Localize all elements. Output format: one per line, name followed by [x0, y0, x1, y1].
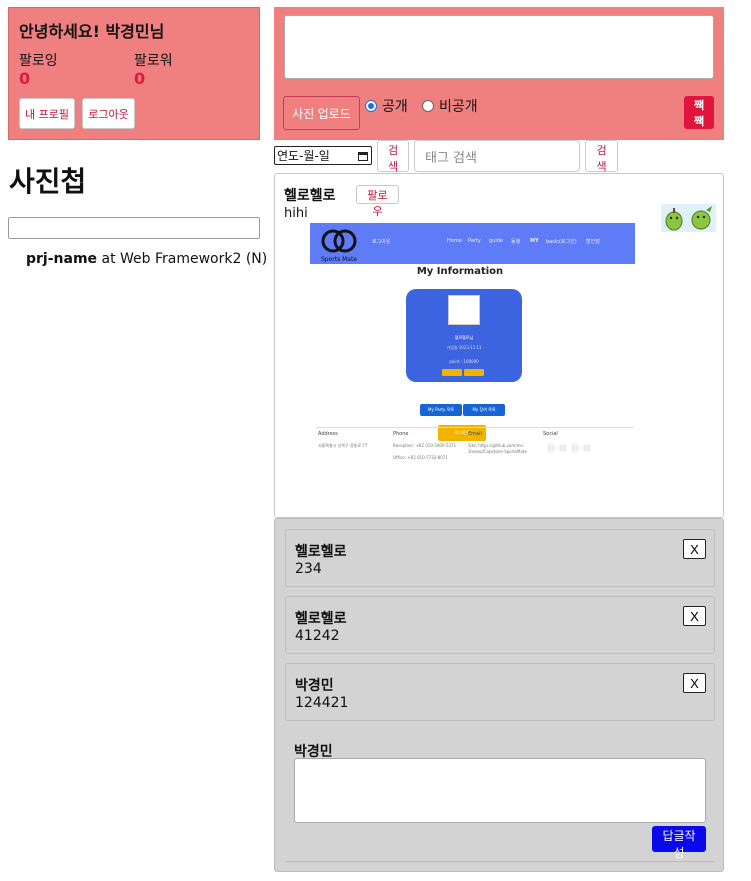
delete-comment-button[interactable]: X [683, 539, 706, 559]
image-footer-address: 서울특별시 성북구 정릉로 77 [318, 443, 368, 448]
image-card-date: 가입일 2023.11.11 [446, 345, 482, 350]
image-card-tag [464, 369, 484, 376]
greeting-text: 안녕하세요! 박경민님 [19, 22, 165, 41]
follower-count: 0 [134, 69, 146, 88]
twitter-icon [559, 444, 567, 452]
date-placeholder: 연도-월-일 [277, 149, 330, 163]
logo-text: Sports Mate [321, 256, 357, 263]
image-social-icons [547, 444, 591, 452]
comments-section: 헬로헬로 234 X 헬로헬로 41242 X 박경민 124421 X 박경민… [274, 518, 724, 872]
image-footer-github: Site: https://github.com/ms-3/seoul/Caps… [468, 443, 527, 454]
image-footer-office: Office: +82 010-7732-8071 [393, 455, 448, 460]
follow-button[interactable]: 팔로우 [356, 185, 399, 218]
facebook-icon [547, 444, 555, 452]
comment-item: 박경민 124421 X [285, 663, 715, 721]
post-card: 헬로헬로 팔로우 hihi Sports Mate 로그아웃 Home Part… [274, 173, 724, 518]
image-nav-link: guide [489, 238, 503, 244]
comment-author: 헬로헬로 [295, 544, 347, 560]
comment-item: 헬로헬로 41242 X [285, 596, 715, 654]
image-photo-placeholder [448, 295, 480, 325]
post-composer: 사진 업로드 공개 비공개 짹짹 [274, 7, 724, 140]
visibility-private-option[interactable]: 비공개 [422, 96, 478, 116]
reply-submit-button[interactable]: 답글작성 [652, 826, 706, 860]
image-footer-header: Email [468, 431, 482, 437]
date-search-button[interactable]: 검색 [377, 140, 409, 173]
image-nav-link: Home [447, 238, 462, 244]
sports-mate-logo: Sports Mate [321, 229, 357, 263]
sidebar-input[interactable] [8, 217, 260, 239]
image-footer-phone: Reception: +82 010-5000-5371 [393, 443, 457, 448]
post-image: Sports Mate 로그아웃 Home Party guide 동행 MY … [310, 223, 635, 483]
follower-label: 팔로워 [134, 53, 173, 69]
following-label: 팔로잉 [19, 53, 58, 69]
following-count: 0 [19, 69, 31, 88]
post-submit-button[interactable]: 짹짹 [684, 96, 714, 129]
logout-button[interactable]: 로그아웃 [82, 98, 135, 129]
date-search-input[interactable]: 연도-월-일 [274, 146, 372, 165]
post-text: hihi [284, 206, 308, 221]
comment-text: 124421 [295, 695, 349, 711]
comment-text: 234 [295, 561, 322, 577]
calendar-icon[interactable] [358, 151, 368, 161]
profile-card: 안녕하세요! 박경민님 팔로잉 0 팔로워 0 내 프로필 로그아웃 [8, 7, 260, 140]
comment-author: 헬로헬로 [295, 611, 347, 627]
credit-text: prj-name at Web Framework2 (N) [26, 251, 267, 267]
image-nav-link: Party [468, 238, 481, 244]
image-card-points: point : 100000 [449, 359, 479, 364]
post-textarea[interactable] [284, 15, 714, 79]
comment-text: 41242 [295, 628, 340, 644]
mail-icon [583, 444, 591, 452]
image-card-tag [442, 369, 462, 376]
post-author: 헬로헬로 [284, 188, 336, 204]
image-nav-bar: Sports Mate 로그아웃 Home Party guide 동행 MY … [310, 223, 635, 264]
reply-divider [285, 861, 715, 862]
delete-comment-button[interactable]: X [683, 673, 706, 693]
public-label: 공개 [382, 99, 408, 115]
image-footer-header: Address [318, 431, 338, 437]
image-info-card: 헬로헬로님 가입일 2023.11.11 point : 100000 [406, 289, 522, 382]
image-nav-link: basic(로그인) [546, 239, 577, 245]
private-radio[interactable] [422, 100, 434, 112]
image-footer-header: Social [543, 431, 558, 437]
image-party-button: My Party 목록 [420, 404, 462, 416]
tag-search-button[interactable]: 검색 [585, 140, 618, 173]
visibility-public-option[interactable]: 공개 [365, 96, 408, 116]
image-nav-link: 로그아웃 [372, 239, 391, 245]
image-footer-divider [316, 427, 634, 428]
google-icon [571, 444, 579, 452]
image-nav-link: 할인점 [586, 239, 600, 245]
comment-item: 헬로헬로 234 X [285, 529, 715, 587]
credit-project: prj-name [26, 251, 98, 267]
image-nav-link: MY [530, 238, 539, 244]
image-join-button: My 참여 목록 [463, 404, 505, 416]
comment-author: 박경민 [295, 678, 334, 694]
photo-upload-button[interactable]: 사진 업로드 [283, 96, 360, 130]
image-heading: My Information [416, 266, 504, 277]
delete-comment-button[interactable]: X [683, 606, 706, 626]
album-title: 사진첩 [9, 165, 87, 198]
image-footer-header: Phone [393, 431, 409, 437]
emoji-thumbnail [661, 204, 716, 232]
my-profile-button[interactable]: 내 프로필 [19, 98, 75, 129]
credit-rest: at Web Framework2 (N) [97, 251, 268, 267]
tag-search-input[interactable]: 태그 검색 [414, 140, 580, 172]
public-radio[interactable] [365, 100, 377, 112]
image-card-name: 헬로헬로님 [454, 335, 474, 340]
reply-textarea[interactable] [294, 758, 706, 823]
image-nav-link: 동행 [511, 239, 521, 245]
private-label: 비공개 [439, 99, 478, 115]
